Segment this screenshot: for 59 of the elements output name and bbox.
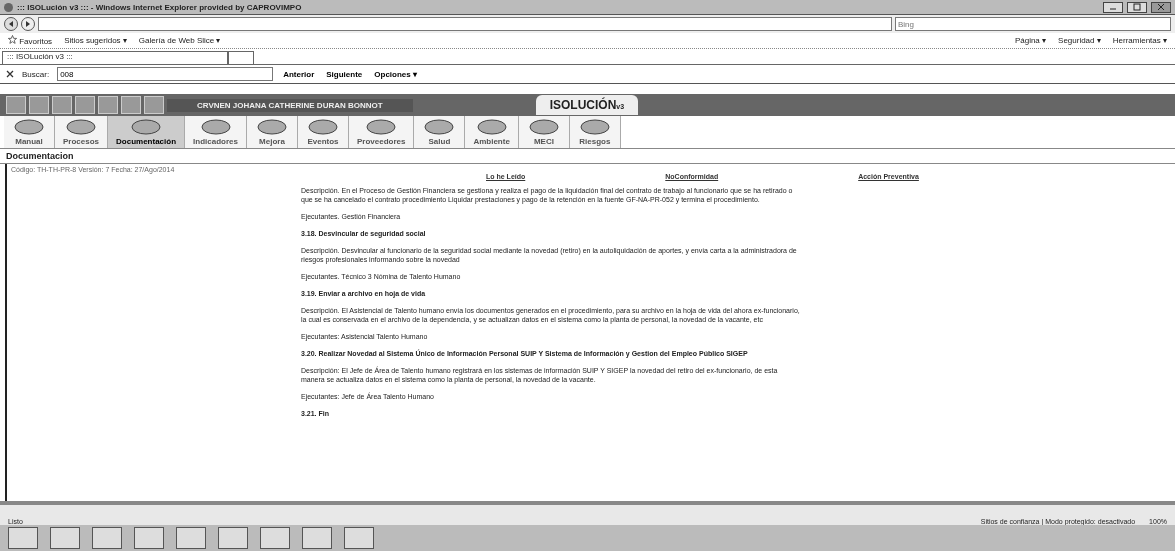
taskbar-icon[interactable] bbox=[218, 527, 248, 549]
taskbar-icon[interactable] bbox=[344, 527, 374, 549]
find-button[interactable]: Anterior bbox=[281, 69, 317, 79]
maximize-button[interactable] bbox=[1127, 1, 1147, 13]
close-icon bbox=[1157, 2, 1165, 11]
search-field[interactable]: Bing bbox=[895, 17, 1171, 31]
module-icon bbox=[577, 118, 612, 136]
user-name: CRVNEN JOHANA CATHERINE DURAN BONNOT bbox=[167, 98, 413, 112]
address-field[interactable] bbox=[38, 17, 892, 31]
taskbar-icon[interactable] bbox=[8, 527, 38, 549]
options-button[interactable]: Opciones ▾ bbox=[372, 69, 419, 79]
module-button[interactable]: Manual bbox=[4, 116, 55, 148]
module-button[interactable]: Ambiente bbox=[465, 116, 519, 148]
taskbar-icon[interactable] bbox=[260, 527, 290, 549]
module-button[interactable]: Eventos bbox=[297, 116, 349, 148]
forward-icon[interactable] bbox=[21, 17, 35, 31]
browser-icon bbox=[4, 2, 13, 12]
minimize-button[interactable] bbox=[1103, 1, 1123, 13]
module-icon bbox=[129, 118, 164, 136]
favorites-link[interactable]: Sitios sugeridos ▾ bbox=[64, 36, 127, 45]
find-field[interactable]: 008 bbox=[57, 67, 274, 81]
section-title: Documentacion bbox=[6, 151, 74, 161]
module-icon bbox=[12, 118, 46, 136]
module-button[interactable]: Documentación bbox=[108, 116, 186, 148]
window-title: ::: ISOLución v3 ::: - Windows Internet Explorer provided by CAPROVIMPO bbox=[17, 2, 302, 12]
module-icon bbox=[364, 118, 399, 136]
module-button[interactable]: Indicadores bbox=[185, 116, 247, 148]
module-icon bbox=[422, 118, 457, 136]
module-button[interactable]: Riesgos bbox=[569, 116, 621, 148]
taskbar-icon[interactable] bbox=[134, 527, 164, 549]
new-tab-button[interactable] bbox=[228, 51, 254, 64]
star-icon bbox=[8, 35, 17, 44]
close-button[interactable] bbox=[1151, 1, 1171, 13]
taskbar-icon[interactable] bbox=[302, 527, 332, 549]
command-menu[interactable]: Página ▾ bbox=[1014, 36, 1047, 45]
module-button[interactable]: Mejora bbox=[246, 116, 298, 148]
command-menu[interactable]: Seguridad ▾ bbox=[1058, 36, 1101, 45]
taskbar-icon[interactable] bbox=[50, 527, 80, 549]
module-icon bbox=[254, 118, 289, 136]
back-icon[interactable] bbox=[4, 17, 18, 31]
module-button[interactable]: MECI bbox=[518, 116, 570, 148]
favorites-link[interactable]: Galería de Web Slice ▾ bbox=[138, 36, 221, 45]
module-icon bbox=[474, 118, 509, 136]
module-button[interactable]: Procesos bbox=[55, 116, 109, 148]
module-button[interactable]: Proveedores bbox=[348, 116, 415, 148]
taskbar-icon[interactable] bbox=[176, 527, 206, 549]
module-icon bbox=[198, 118, 233, 136]
browser-tab[interactable]: ::: ISOLución v3 ::: bbox=[2, 51, 228, 64]
module-button[interactable]: Salud bbox=[414, 116, 466, 148]
close-icon[interactable] bbox=[6, 70, 14, 78]
module-icon bbox=[64, 118, 98, 136]
taskbar-icon[interactable] bbox=[92, 527, 122, 549]
maximize-icon bbox=[1133, 2, 1141, 11]
favorites-button[interactable]: Favoritos bbox=[8, 35, 53, 46]
command-menu[interactable]: Herramientas ▾ bbox=[1112, 36, 1167, 45]
find-button[interactable]: Siguiente bbox=[324, 69, 365, 79]
find-label: Buscar: bbox=[22, 69, 50, 79]
module-icon bbox=[305, 118, 340, 136]
module-icon bbox=[526, 118, 561, 136]
